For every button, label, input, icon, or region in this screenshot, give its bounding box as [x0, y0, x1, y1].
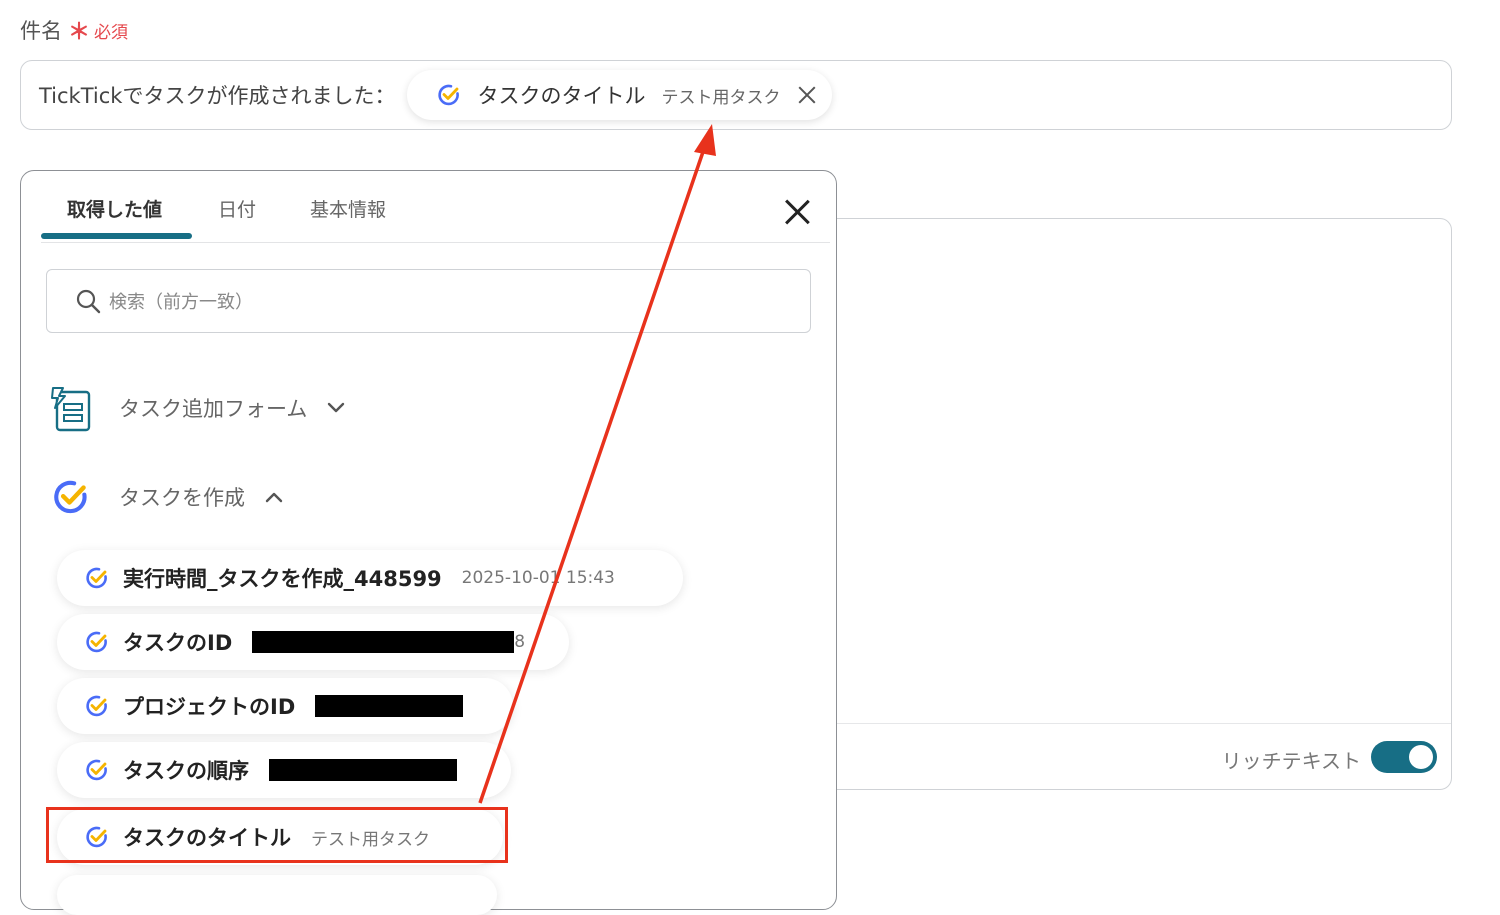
- annotation-arrow: [478, 124, 716, 804]
- list-item-next[interactable]: [57, 875, 497, 915]
